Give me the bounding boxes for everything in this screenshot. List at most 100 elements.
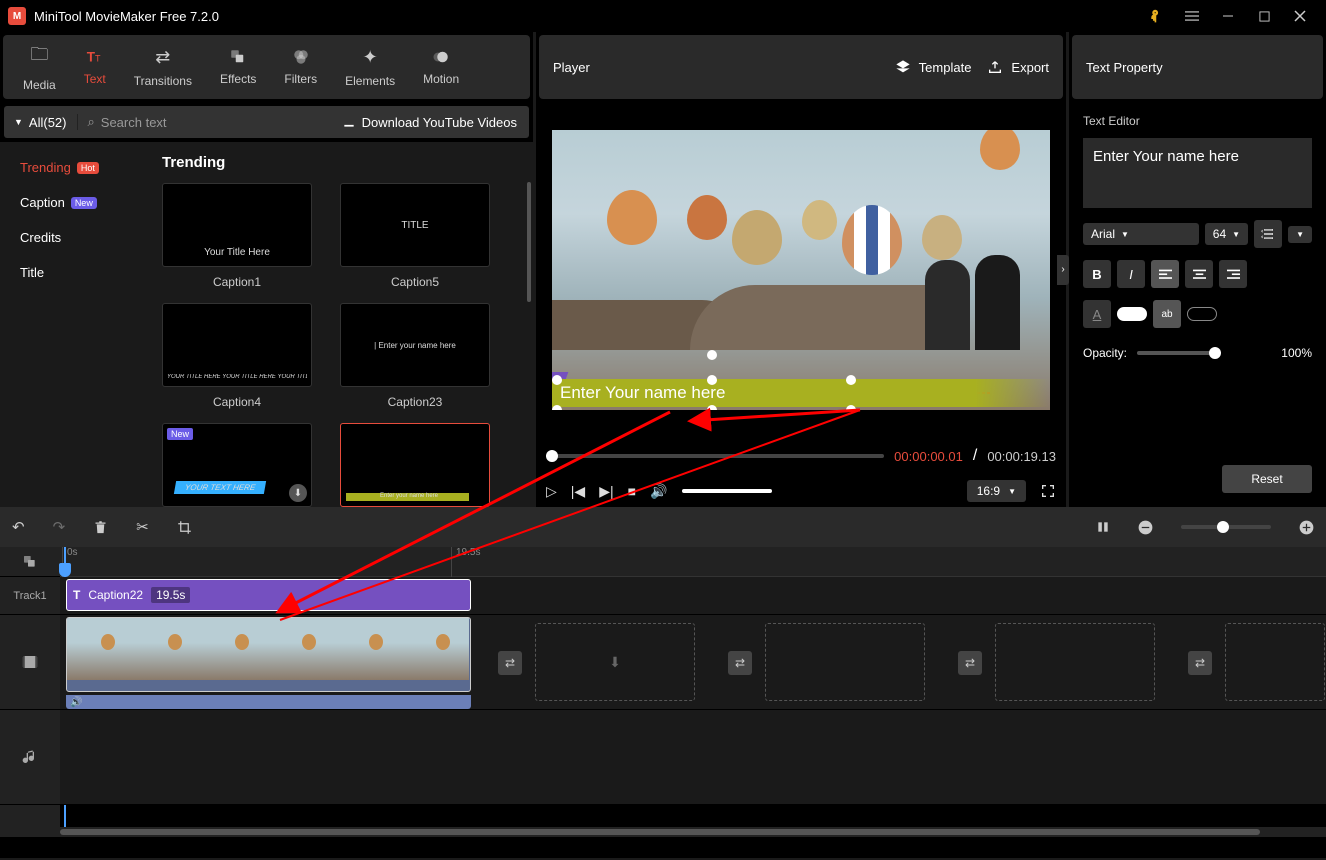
next-frame-button[interactable]: ▶| bbox=[599, 483, 613, 500]
timeline-toolbar: ↶ ↷ ✂ bbox=[0, 507, 1326, 547]
split-button[interactable]: ✂ bbox=[136, 518, 149, 536]
download-youtube-button[interactable]: Download YouTube Videos bbox=[330, 115, 529, 130]
transition-slot[interactable]: ⇄ bbox=[728, 651, 752, 675]
align-right-button[interactable] bbox=[1219, 260, 1247, 288]
text-property-panel: Text Property Text Editor Enter Your nam… bbox=[1069, 32, 1326, 507]
search-input[interactable]: ⌕Search text bbox=[77, 114, 330, 130]
track-lanes[interactable]: 0s 19.5s T Caption22 19.5s 🔊 ⇄ ⬇ ⇄ bbox=[60, 547, 1326, 827]
tab-motion[interactable]: Motion bbox=[409, 35, 473, 99]
templates-scrollbar[interactable] bbox=[527, 182, 531, 302]
aspect-ratio-dropdown[interactable]: 16:9▼ bbox=[967, 480, 1026, 502]
volume-slider[interactable] bbox=[682, 489, 772, 493]
text-color-button[interactable]: A bbox=[1083, 300, 1111, 328]
text-track-lane[interactable]: T Caption22 19.5s bbox=[60, 577, 1326, 615]
opacity-value: 100% bbox=[1281, 346, 1312, 360]
video-preview[interactable]: Enter Your name here bbox=[552, 130, 1050, 410]
category-caption[interactable]: CaptionNew bbox=[0, 185, 150, 220]
font-family-dropdown[interactable]: Arial▼ bbox=[1083, 223, 1199, 245]
text-color-swatch[interactable] bbox=[1117, 307, 1147, 321]
tab-effects[interactable]: Effects bbox=[206, 35, 270, 99]
left-panel: 🗀Media TTText ⇄Transitions Effects Filte… bbox=[0, 32, 533, 507]
audio-strip[interactable]: 🔊 bbox=[66, 695, 471, 709]
no-track-button[interactable] bbox=[0, 547, 60, 577]
expand-handle[interactable]: › bbox=[1057, 255, 1069, 285]
category-list: TrendingHot CaptionNew Credits Title bbox=[0, 142, 150, 507]
tab-elements[interactable]: ✦Elements bbox=[331, 35, 409, 99]
ruler[interactable]: 0s 19.5s bbox=[60, 547, 1326, 577]
fullscreen-button[interactable] bbox=[1040, 483, 1056, 499]
tab-filters[interactable]: Filters bbox=[270, 35, 331, 99]
seek-bar[interactable] bbox=[546, 454, 884, 458]
fit-zoom-button[interactable] bbox=[1096, 520, 1110, 534]
video-drop-slot[interactable] bbox=[1225, 623, 1325, 701]
video-drop-slot[interactable]: ⬇ bbox=[535, 623, 695, 701]
video-drop-slot[interactable] bbox=[765, 623, 925, 701]
transition-slot[interactable]: ⇄ bbox=[1188, 651, 1212, 675]
menu-icon[interactable] bbox=[1174, 0, 1210, 32]
highlight-color-swatch[interactable] bbox=[1187, 307, 1217, 321]
video-drop-slot[interactable] bbox=[995, 623, 1155, 701]
template-caption5[interactable]: TITLECaption5 bbox=[340, 183, 490, 289]
category-credits[interactable]: Credits bbox=[0, 220, 150, 255]
transition-slot[interactable]: ⇄ bbox=[498, 651, 522, 675]
zoom-in-button[interactable] bbox=[1299, 520, 1314, 535]
opacity-slider[interactable] bbox=[1137, 351, 1217, 355]
caption-text-overlay[interactable]: Enter Your name here bbox=[552, 379, 1050, 407]
filters-icon bbox=[292, 48, 310, 66]
template-caption23[interactable]: | Enter your name hereCaption23 bbox=[340, 303, 490, 409]
video-track-head[interactable] bbox=[0, 615, 60, 710]
tab-media[interactable]: 🗀Media bbox=[9, 35, 70, 99]
video-track-lane[interactable]: 🔊 ⇄ ⬇ ⇄ ⇄ ⇄ bbox=[60, 615, 1326, 710]
zoom-out-button[interactable] bbox=[1138, 520, 1153, 535]
undo-button[interactable]: ↶ bbox=[12, 518, 25, 536]
stop-button[interactable]: ■ bbox=[628, 483, 636, 499]
delete-button[interactable] bbox=[93, 520, 108, 535]
zoom-slider[interactable] bbox=[1181, 525, 1271, 529]
hot-badge: Hot bbox=[77, 162, 99, 174]
template-caption22[interactable]: Enter your name hereCaption22 bbox=[340, 423, 490, 507]
track1-label[interactable]: Track1 bbox=[0, 577, 60, 615]
crop-button[interactable] bbox=[177, 520, 192, 535]
line-spacing-button[interactable] bbox=[1254, 220, 1282, 248]
category-dropdown[interactable]: ▼All(52) bbox=[4, 115, 77, 130]
new-badge: New bbox=[71, 197, 97, 209]
tab-text[interactable]: TTText bbox=[70, 35, 120, 99]
audio-track-head[interactable] bbox=[0, 710, 60, 805]
maximize-button[interactable] bbox=[1246, 0, 1282, 32]
highlight-button[interactable]: ab bbox=[1153, 300, 1181, 328]
tab-transitions[interactable]: ⇄Transitions bbox=[120, 35, 206, 99]
reset-button[interactable]: Reset bbox=[1222, 465, 1312, 493]
text-clip[interactable]: T Caption22 19.5s bbox=[66, 579, 471, 611]
template-button[interactable]: Template bbox=[895, 59, 972, 75]
close-button[interactable] bbox=[1282, 0, 1318, 32]
redo-button[interactable]: ↷ bbox=[53, 518, 66, 536]
play-button[interactable]: ▷ bbox=[546, 483, 557, 500]
transition-slot[interactable]: ⇄ bbox=[958, 651, 982, 675]
template-caption4[interactable]: YOUR TITLE HERE YOUR TITLE HERE YOUR TIT… bbox=[162, 303, 312, 409]
align-left-button[interactable] bbox=[1151, 260, 1179, 288]
speaker-icon: 🔊 bbox=[70, 697, 82, 708]
template-caption27[interactable]: NewYOUR TEXT HERE⬇Caption27 bbox=[162, 423, 312, 507]
volume-icon[interactable]: 🔊 bbox=[650, 483, 667, 500]
timeline-scrollbar[interactable] bbox=[0, 827, 1326, 837]
italic-button[interactable]: I bbox=[1117, 260, 1145, 288]
bold-button[interactable]: B bbox=[1083, 260, 1111, 288]
category-trending[interactable]: TrendingHot bbox=[0, 150, 150, 185]
text-editor-label: Text Editor bbox=[1083, 114, 1312, 128]
more-format-dropdown[interactable]: ▼ bbox=[1288, 226, 1312, 243]
template-caption1[interactable]: Your Title HereCaption1 bbox=[162, 183, 312, 289]
font-size-dropdown[interactable]: 64▼ bbox=[1205, 223, 1248, 245]
minimize-button[interactable] bbox=[1210, 0, 1246, 32]
text-input[interactable]: Enter Your name here bbox=[1083, 138, 1312, 208]
app-title: MiniTool MovieMaker Free 7.2.0 bbox=[34, 9, 1138, 24]
upgrade-key-icon[interactable] bbox=[1138, 0, 1174, 32]
motion-icon bbox=[432, 48, 450, 66]
align-center-button[interactable] bbox=[1185, 260, 1213, 288]
audio-track-lane[interactable] bbox=[60, 710, 1326, 805]
player-controls: 00:00:00.01 / 00:00:19.13 ▷ |◀ ▶| ■ 🔊 16… bbox=[536, 437, 1066, 507]
download-icon[interactable]: ⬇ bbox=[289, 484, 307, 502]
export-button[interactable]: Export bbox=[987, 59, 1049, 75]
category-title[interactable]: Title bbox=[0, 255, 150, 290]
video-clip[interactable] bbox=[66, 617, 471, 692]
prev-frame-button[interactable]: |◀ bbox=[571, 483, 585, 500]
